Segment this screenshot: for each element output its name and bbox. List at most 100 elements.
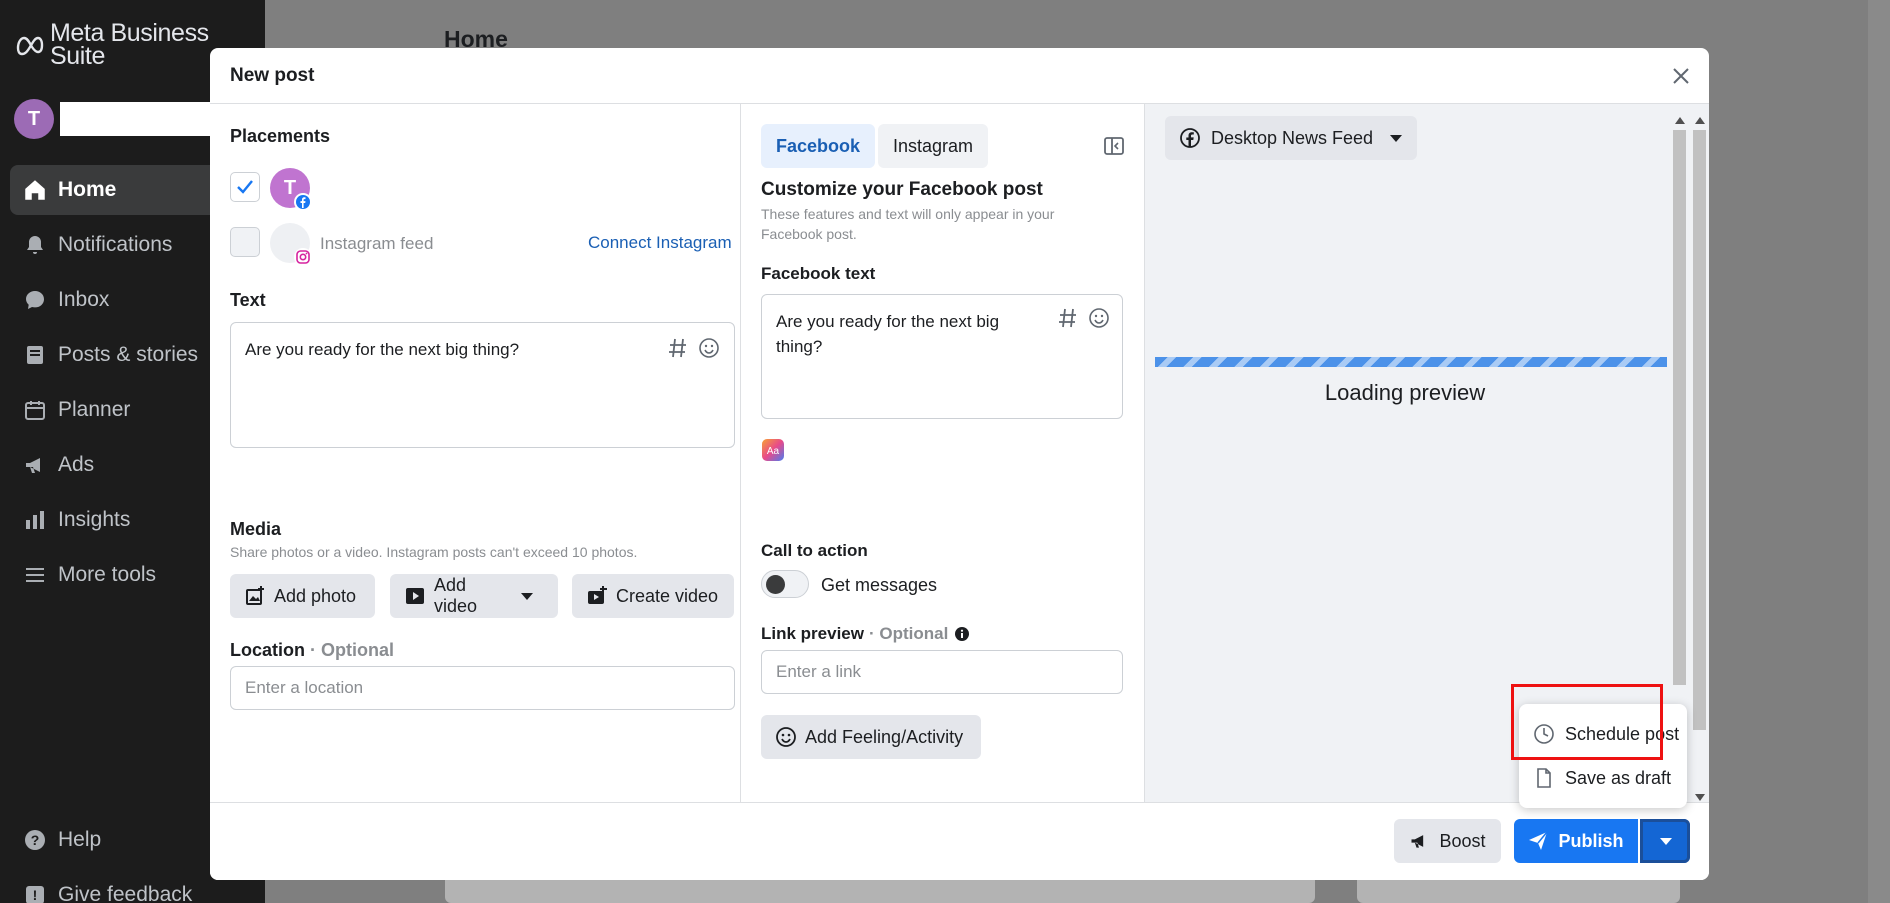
get-messages-label: Get messages <box>821 575 938 595</box>
location-label-text: Location <box>230 640 305 660</box>
facebook-placement-checkbox[interactable] <box>230 172 260 202</box>
nav-label: Inbox <box>58 288 110 311</box>
scrollbar-thumb[interactable] <box>1693 130 1706 730</box>
bell-icon <box>22 232 48 258</box>
dialog-header: New post <box>210 48 1709 104</box>
facebook-text-input[interactable]: Are you ready for the next big thing? <box>761 294 1123 419</box>
text-format-icon[interactable]: Aa <box>761 438 785 462</box>
instagram-placement-checkbox[interactable] <box>230 227 260 257</box>
nav-label: Ads <box>58 453 95 476</box>
post-text-value: Are you ready for the next big thing? <box>245 340 520 359</box>
meta-infinity-icon <box>14 22 46 68</box>
close-button[interactable] <box>1665 60 1697 92</box>
instagram-badge-icon <box>294 248 312 266</box>
save-as-draft-menu-item[interactable]: Save as draft <box>1519 756 1687 800</box>
boost-button[interactable]: Boost <box>1394 819 1501 863</box>
instagram-account-avatar <box>270 223 312 266</box>
nav-label: Home <box>58 178 117 201</box>
clock-icon <box>1533 723 1555 745</box>
chat-bubble-icon <box>22 287 48 313</box>
home-icon <box>22 177 48 203</box>
link-input[interactable] <box>761 650 1123 694</box>
scroll-up-arrow-icon[interactable] <box>1675 116 1685 124</box>
emoji-icon[interactable] <box>698 337 720 359</box>
svg-text:Aa: Aa <box>767 446 780 457</box>
preview-scrollbar[interactable] <box>1671 116 1687 796</box>
posts-icon <box>22 342 48 368</box>
schedule-post-menu-item[interactable]: Schedule post <box>1519 712 1687 756</box>
publish-options-button[interactable] <box>1640 819 1690 863</box>
scrollbar-thumb[interactable] <box>1673 130 1686 685</box>
link-preview-label-text: Link preview <box>761 624 864 643</box>
location-input[interactable] <box>230 666 735 710</box>
svg-text:!: ! <box>33 887 38 903</box>
preview-outer-scrollbar[interactable] <box>1691 116 1707 801</box>
page-scrollbar[interactable] <box>1868 0 1890 903</box>
nav-label: Give feedback <box>58 883 193 903</box>
chevron-down-icon <box>1389 133 1403 143</box>
add-feeling-activity-button[interactable]: Add Feeling/Activity <box>761 715 981 759</box>
close-icon <box>1672 67 1690 85</box>
placements-label: Placements <box>230 126 331 146</box>
check-icon <box>236 179 254 195</box>
loading-preview-text: Loading preview <box>1324 380 1486 405</box>
collapse-panel-icon[interactable] <box>1103 135 1125 157</box>
preview-column: Desktop News Feed Loading preview <box>1145 104 1709 802</box>
media-label: Media <box>230 519 282 539</box>
connect-instagram-link[interactable]: Connect Instagram <box>588 233 732 253</box>
get-messages-toggle[interactable] <box>761 570 809 598</box>
loading-progress-bar <box>1155 357 1667 367</box>
facebook-badge-icon <box>294 193 312 211</box>
bar-chart-icon <box>22 507 48 533</box>
tab-facebook[interactable]: Facebook <box>761 124 876 168</box>
smiley-icon <box>775 726 797 748</box>
call-to-action-label: Call to action <box>761 541 868 560</box>
preview-placement-select[interactable]: Desktop News Feed <box>1165 116 1418 160</box>
boost-label: Boost <box>1439 830 1486 851</box>
location-label: Location · Optional <box>230 640 394 661</box>
svg-text:?: ? <box>31 832 40 848</box>
dialog-footer: Boost Publish <box>210 802 1709 880</box>
text-label: Text <box>230 290 266 310</box>
nav-label: Notifications <box>58 233 173 256</box>
publish-label: Publish <box>1558 830 1624 851</box>
video-icon <box>404 585 426 607</box>
add-video-label: Add video <box>434 575 478 616</box>
scroll-up-arrow-icon[interactable] <box>1695 116 1705 124</box>
publish-button[interactable]: Publish <box>1514 819 1638 863</box>
link-preview-label: Link preview · Optional <box>761 624 970 644</box>
megaphone-icon <box>1409 831 1429 851</box>
emoji-icon[interactable] <box>1088 307 1110 329</box>
send-icon <box>1528 831 1549 851</box>
save-as-draft-label: Save as draft <box>1565 767 1672 788</box>
nav-label: More tools <box>58 563 157 586</box>
create-video-icon <box>586 585 608 607</box>
customize-hint: These features and text will only appear… <box>761 206 1055 242</box>
create-video-button[interactable]: Create video <box>572 574 734 618</box>
add-photo-label: Add photo <box>274 585 357 606</box>
account-name-redacted <box>60 102 220 136</box>
hashtag-icon[interactable] <box>1058 307 1078 329</box>
avatar-initial: T <box>283 176 297 199</box>
hashtag-icon[interactable] <box>668 337 688 359</box>
nav-label: Insights <box>58 508 131 531</box>
tab-instagram[interactable]: Instagram <box>878 124 989 168</box>
add-video-button[interactable]: Add video <box>390 574 558 618</box>
scroll-down-arrow-icon[interactable] <box>1695 794 1705 802</box>
post-text-input[interactable]: Are you ready for the next big thing? <box>230 322 735 448</box>
schedule-post-label: Schedule post <box>1565 723 1680 744</box>
compose-column: Placements T Instagram feed Connect Inst… <box>210 104 741 852</box>
add-photo-button[interactable]: Add photo <box>230 574 375 618</box>
dialog-title: New post <box>230 65 315 86</box>
feedback-icon: ! <box>22 882 48 903</box>
nav-label: Posts & stories <box>58 343 199 366</box>
account-switcher[interactable]: T <box>14 99 220 139</box>
megaphone-icon <box>22 452 48 478</box>
info-icon[interactable] <box>954 626 970 642</box>
create-video-label: Create video <box>616 585 719 606</box>
toggle-knob <box>766 575 785 594</box>
media-hint: Share photos or a video. Instagram posts… <box>230 544 638 560</box>
publish-options-menu: Schedule post Save as draft <box>1519 704 1687 808</box>
preview-placement-value: Desktop News Feed <box>1211 127 1374 148</box>
facebook-text-value: Are you ready for the next big thing? <box>776 312 1000 356</box>
